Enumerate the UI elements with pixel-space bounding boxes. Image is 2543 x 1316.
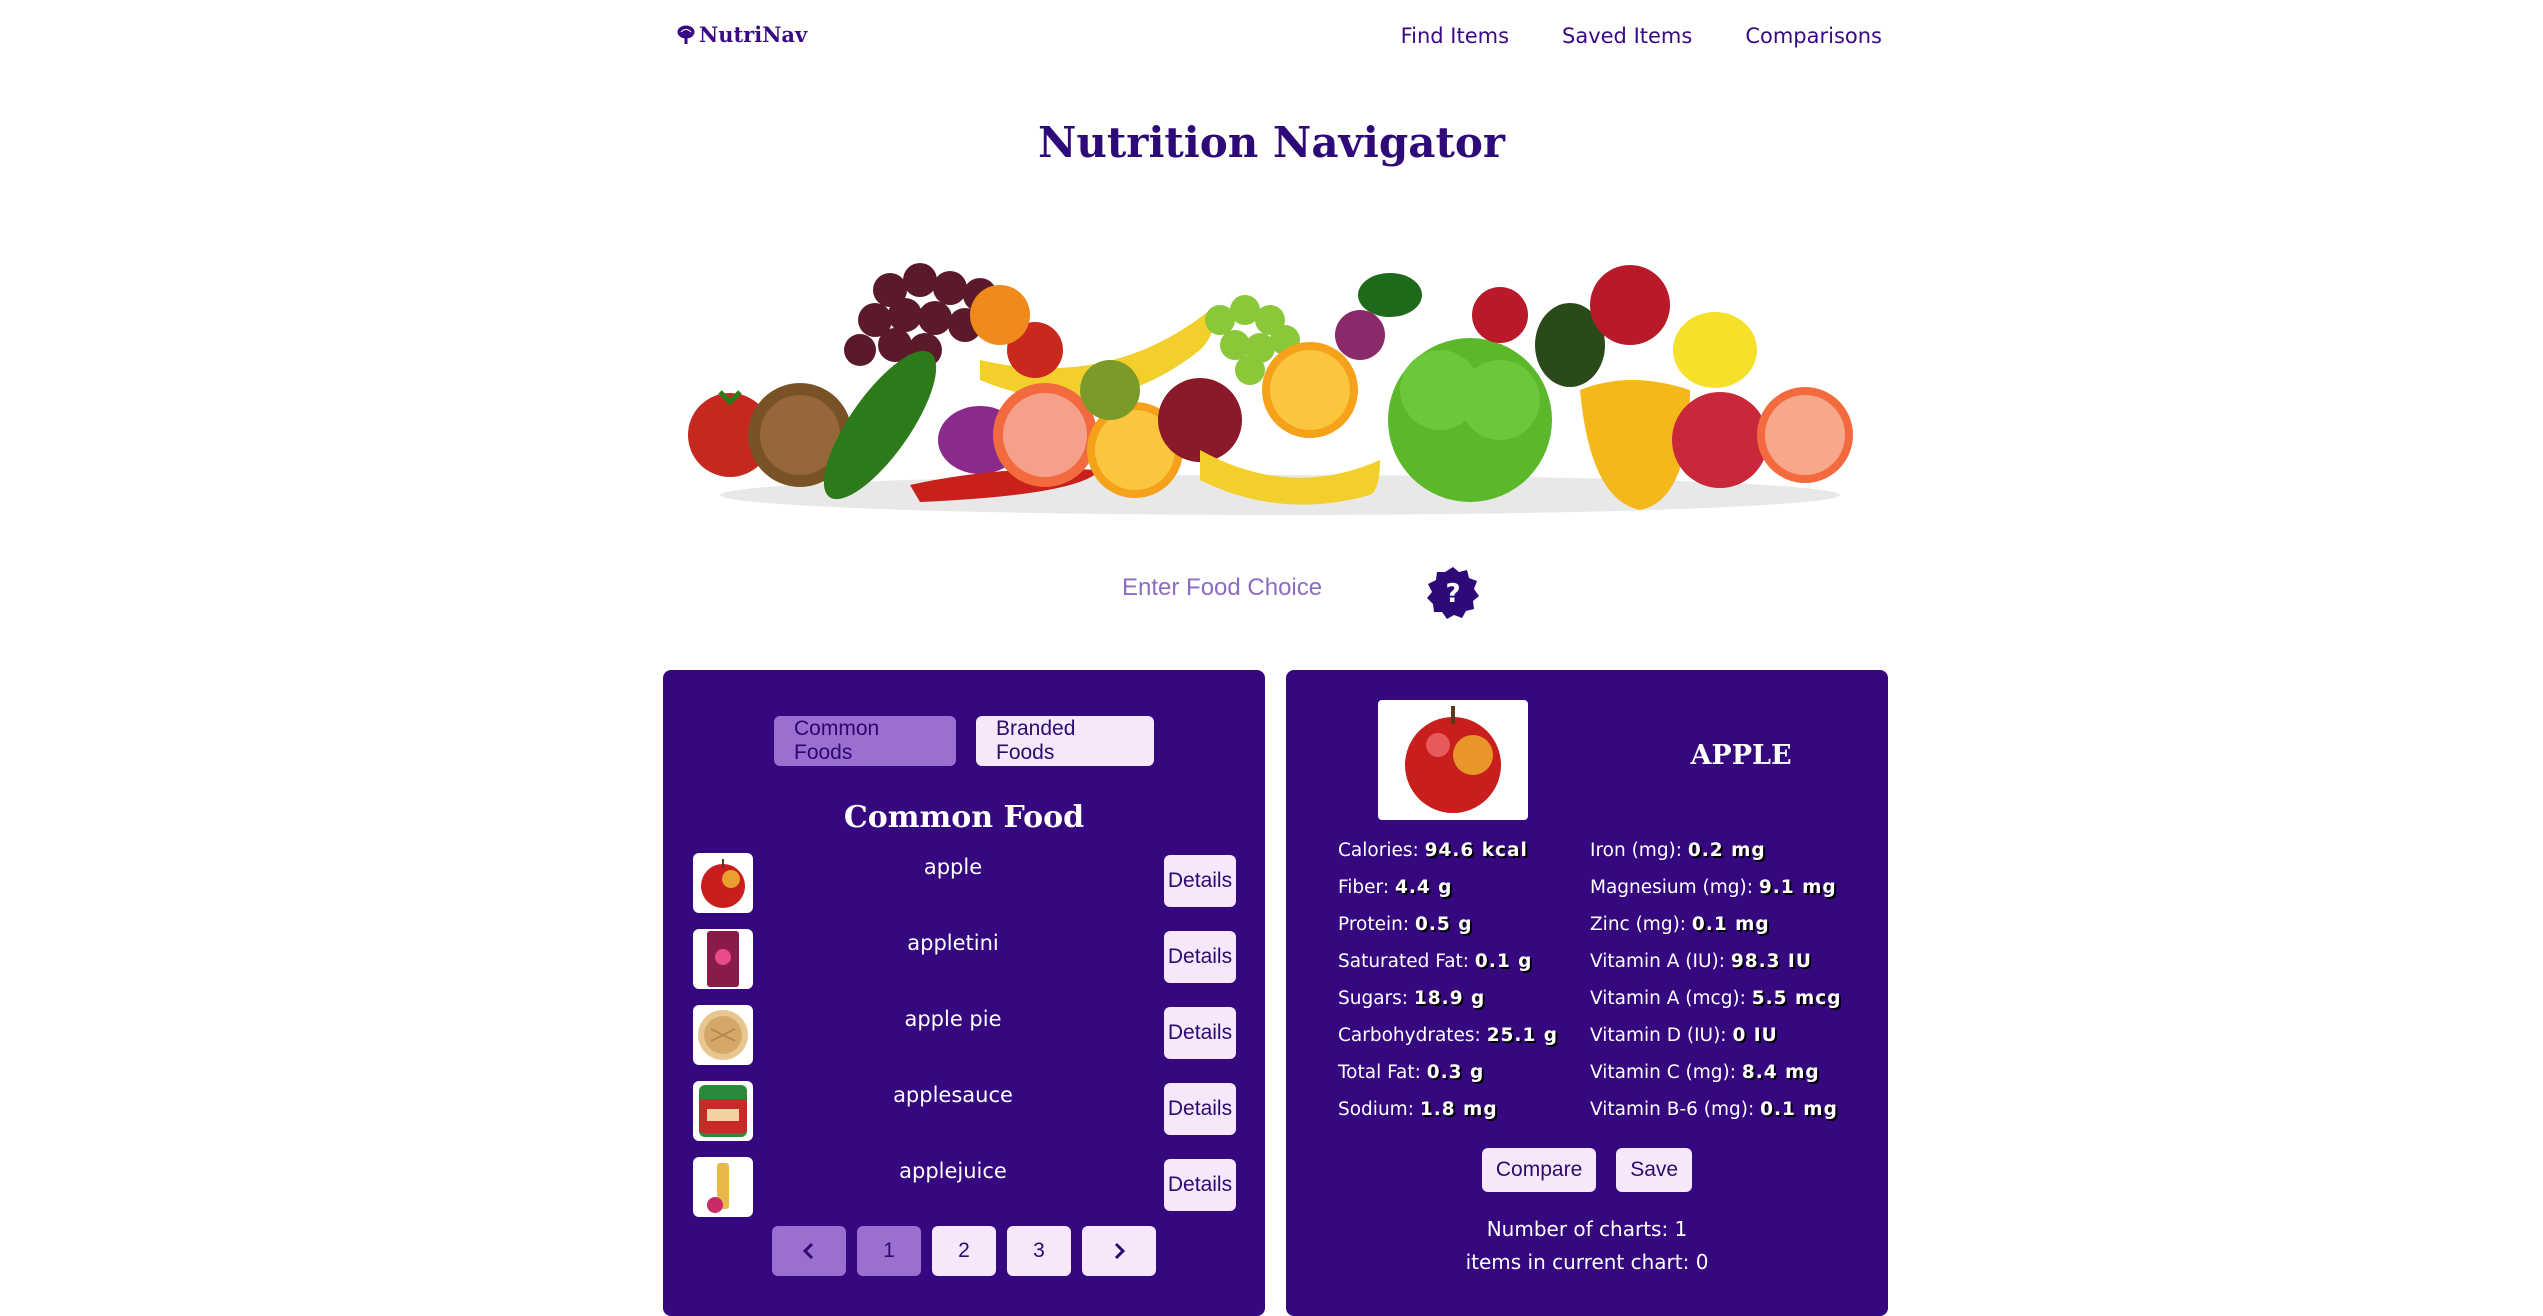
top-nav: NutriNav Find Items Saved Items Comparis… (0, 0, 2543, 72)
food-name: applesauce (893, 1083, 1013, 1107)
compare-button[interactable]: Compare (1481, 1148, 1597, 1192)
current-chart-text: items in current chart: 0 (1465, 1250, 1709, 1274)
tab-common-foods[interactable]: Common Foods (774, 716, 956, 766)
nutrients-column-right: Iron (mg): 0.2 mg Magnesium (mg): 9.1 mg… (1590, 840, 1841, 1136)
brand-logo[interactable]: NutriNav (676, 22, 807, 47)
charts-count-text: Number of charts: 1 (1486, 1217, 1688, 1241)
nutrient-row: Protein: 0.5 g (1338, 914, 1473, 935)
list-item: apple Details (693, 853, 1238, 915)
nutrient-row: Calories: 94.6 kcal (1338, 840, 1528, 861)
save-button[interactable]: Save (1616, 1148, 1693, 1192)
nav-find-items[interactable]: Find Items (1401, 24, 1509, 48)
food-thumbnail (693, 929, 753, 989)
svg-text:?: ? (1445, 579, 1460, 609)
food-thumbnail (693, 1081, 753, 1141)
food-name: apple (923, 855, 983, 879)
food-type-tabs: Common Foods Branded Foods (663, 716, 1265, 766)
nutrient-row: Vitamin D (IU): 0 IU (1590, 1025, 1778, 1046)
list-item: applesauce Details (693, 1081, 1238, 1143)
details-button[interactable]: Details (1164, 1007, 1236, 1059)
list-heading: Common Food (843, 800, 1085, 835)
nutrient-row: Sodium: 1.8 mg (1338, 1099, 1498, 1120)
nav-links: Find Items Saved Items Comparisons (1401, 24, 1882, 48)
list-item: applejuice Details (693, 1157, 1238, 1219)
page-1-button[interactable]: 1 (857, 1226, 921, 1276)
food-name: appletini (907, 931, 999, 955)
food-list-panel: Common Foods Branded Foods Common Food a… (663, 670, 1265, 1316)
food-search-input[interactable] (1110, 566, 1410, 610)
details-button[interactable]: Details (1164, 1159, 1236, 1211)
list-item: appletini Details (693, 929, 1238, 991)
brain-tree-icon (677, 25, 695, 44)
next-page-button[interactable] (1082, 1226, 1156, 1276)
chevron-right-icon (1114, 1242, 1126, 1260)
nutrient-row: Fiber: 4.4 g (1338, 877, 1453, 898)
nutrients-column-left: Calories: 94.6 kcal Fiber: 4.4 g Protein… (1338, 840, 1558, 1136)
nutrient-row: Saturated Fat: 0.1 g (1338, 951, 1533, 972)
food-detail-panel: APPLE Calories: 94.6 kcal Fiber: 4.4 g P… (1286, 670, 1888, 1316)
nav-saved-items[interactable]: Saved Items (1562, 24, 1692, 48)
brand-name: NutriNav (699, 22, 808, 47)
prev-page-button[interactable] (772, 1226, 846, 1276)
tab-branded-foods[interactable]: Branded Foods (976, 716, 1154, 766)
food-name: apple pie (904, 1007, 1002, 1031)
food-thumbnail (693, 1005, 753, 1065)
pagination: 1 2 3 (663, 1226, 1265, 1276)
list-item: apple pie Details (693, 1005, 1238, 1067)
page-title: Nutrition Navigator (1037, 118, 1506, 167)
food-thumbnail (693, 853, 753, 913)
nutrient-row: Magnesium (mg): 9.1 mg (1590, 877, 1837, 898)
nutrient-row: Vitamin C (mg): 8.4 mg (1590, 1062, 1820, 1083)
nutrient-row: Zinc (mg): 0.1 mg (1590, 914, 1770, 935)
search-bar: ? (1110, 566, 1490, 619)
chevron-left-icon (802, 1242, 814, 1260)
nutrient-row: Carbohydrates: 25.1 g (1338, 1025, 1559, 1046)
nutrient-row: Sugars: 18.9 g (1338, 988, 1486, 1009)
food-name: applejuice (899, 1159, 1007, 1183)
page-2-button[interactable]: 2 (932, 1226, 996, 1276)
food-detail-name: APPLE (1690, 740, 1792, 771)
nutrient-row: Total Fat: 0.3 g (1338, 1062, 1485, 1083)
detail-actions: Compare Save (1286, 1148, 1888, 1192)
page-3-button[interactable]: 3 (1007, 1226, 1071, 1276)
food-thumbnail (693, 1157, 753, 1217)
food-detail-image (1378, 700, 1528, 820)
question-badge-icon[interactable]: ? (1426, 566, 1480, 620)
nutrient-row: Vitamin A (IU): 98.3 IU (1590, 951, 1812, 972)
nutrient-row: Vitamin A (mcg): 5.5 mcg (1590, 988, 1842, 1009)
details-button[interactable]: Details (1164, 855, 1236, 907)
fruits-vegetables-banner (688, 263, 1853, 515)
nutrient-row: Vitamin B-6 (mg): 0.1 mg (1590, 1099, 1838, 1120)
nutrient-row: Iron (mg): 0.2 mg (1590, 840, 1766, 861)
details-button[interactable]: Details (1164, 1083, 1236, 1135)
details-button[interactable]: Details (1164, 931, 1236, 983)
nav-comparisons[interactable]: Comparisons (1745, 24, 1882, 48)
